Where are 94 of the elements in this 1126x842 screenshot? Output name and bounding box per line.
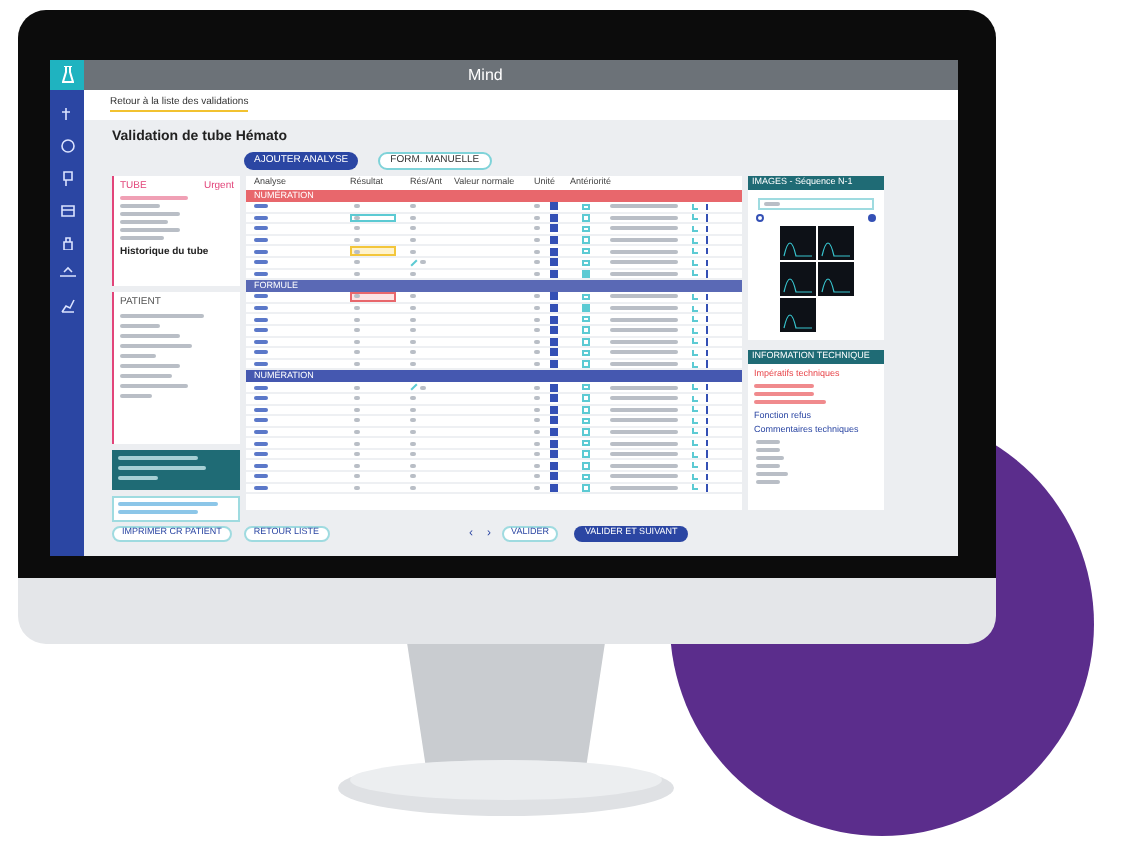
validation-checkbox[interactable] xyxy=(550,405,558,414)
scatter-thumbnail[interactable] xyxy=(779,226,815,260)
review-checkbox[interactable] xyxy=(582,338,590,346)
scatter-thumbnail[interactable] xyxy=(779,262,815,296)
blurred-text xyxy=(610,385,678,390)
review-checkbox[interactable] xyxy=(582,236,590,244)
result-field[interactable] xyxy=(350,213,396,223)
review-checkbox[interactable] xyxy=(582,484,590,492)
app-logo: Mind xyxy=(468,67,503,83)
review-checkbox[interactable] xyxy=(582,270,590,278)
review-checkbox[interactable] xyxy=(582,417,590,425)
review-checkbox[interactable] xyxy=(582,293,590,301)
blurred-text xyxy=(410,294,416,299)
blurred-text xyxy=(534,294,540,299)
blurred-text xyxy=(610,294,678,299)
app-logo-tile[interactable] xyxy=(50,60,84,90)
validation-checkbox[interactable] xyxy=(550,337,558,346)
lock-icon[interactable] xyxy=(59,234,75,250)
validation-checkbox[interactable] xyxy=(550,483,558,492)
radio-button[interactable] xyxy=(868,214,876,222)
validation-checkbox[interactable] xyxy=(550,224,558,233)
window-icon[interactable] xyxy=(59,202,75,218)
blurred-text xyxy=(610,441,678,446)
blurred-text xyxy=(610,429,678,434)
review-checkbox[interactable] xyxy=(582,473,590,481)
review-checkbox[interactable] xyxy=(582,247,590,255)
validation-checkbox[interactable] xyxy=(550,450,558,459)
blurred-text xyxy=(534,362,540,367)
blurred-text xyxy=(610,226,678,231)
review-checkbox[interactable] xyxy=(582,203,590,211)
validation-checkbox[interactable] xyxy=(550,394,558,403)
review-checkbox[interactable] xyxy=(582,383,590,391)
validation-checkbox[interactable] xyxy=(550,202,558,211)
review-checkbox[interactable] xyxy=(582,349,590,357)
review-checkbox[interactable] xyxy=(582,225,590,233)
blurred-text xyxy=(610,306,678,311)
blurred-text xyxy=(610,238,678,243)
blurred-text xyxy=(610,317,678,322)
blurred-text xyxy=(354,294,360,299)
result-field[interactable] xyxy=(350,246,396,256)
blurred-text xyxy=(610,362,678,367)
validation-checkbox[interactable] xyxy=(550,315,558,324)
blurred-text xyxy=(610,418,678,423)
scatter-thumbnail[interactable] xyxy=(817,226,853,260)
blurred-text xyxy=(610,396,678,401)
blurred-text xyxy=(610,339,678,344)
validation-checkbox[interactable] xyxy=(550,461,558,470)
review-checkbox[interactable] xyxy=(582,394,590,402)
validation-checkbox[interactable] xyxy=(550,360,558,369)
scatter-thumbnail[interactable] xyxy=(779,298,815,332)
blurred-text xyxy=(610,204,678,209)
review-checkbox[interactable] xyxy=(582,315,590,323)
blurred-text xyxy=(610,249,678,254)
blurred-text xyxy=(610,485,678,490)
validation-checkbox[interactable] xyxy=(550,472,558,481)
review-checkbox[interactable] xyxy=(582,304,590,312)
validation-checkbox[interactable] xyxy=(550,258,558,267)
review-checkbox[interactable] xyxy=(582,360,590,368)
validation-checkbox[interactable] xyxy=(550,427,558,436)
review-checkbox[interactable] xyxy=(582,462,590,470)
validation-checkbox[interactable] xyxy=(550,439,558,448)
validation-checkbox[interactable] xyxy=(550,213,558,222)
blurred-text xyxy=(610,463,678,468)
flask-icon xyxy=(61,66,73,84)
blurred-text xyxy=(610,452,678,457)
blurred-text xyxy=(610,271,678,276)
review-checkbox[interactable] xyxy=(582,428,590,436)
blurred-text xyxy=(610,215,678,220)
radio-button[interactable] xyxy=(756,214,764,222)
blurred-text xyxy=(610,407,678,412)
validation-checkbox[interactable] xyxy=(550,236,558,245)
review-checkbox[interactable] xyxy=(582,450,590,458)
comment-box[interactable] xyxy=(112,496,240,522)
blurred-text xyxy=(610,328,678,333)
review-checkbox[interactable] xyxy=(582,259,590,267)
review-checkbox[interactable] xyxy=(582,326,590,334)
blurred-text xyxy=(610,474,678,479)
validation-checkbox[interactable] xyxy=(550,247,558,256)
review-checkbox[interactable] xyxy=(582,439,590,447)
validation-checkbox[interactable] xyxy=(550,326,558,335)
result-field[interactable] xyxy=(350,292,396,302)
blurred-text xyxy=(410,362,416,367)
scatter-thumbnail[interactable] xyxy=(817,262,853,296)
blurred-text xyxy=(610,260,678,265)
blurred-text xyxy=(610,350,678,355)
review-checkbox[interactable] xyxy=(582,406,590,414)
review-checkbox[interactable] xyxy=(582,214,590,222)
validation-checkbox[interactable] xyxy=(550,269,558,278)
validation-checkbox[interactable] xyxy=(550,304,558,313)
blurred-text xyxy=(354,362,360,367)
validation-checkbox[interactable] xyxy=(550,348,558,357)
validation-checkbox[interactable] xyxy=(550,416,558,425)
validation-checkbox[interactable] xyxy=(550,292,558,301)
validation-checkbox[interactable] xyxy=(550,383,558,392)
